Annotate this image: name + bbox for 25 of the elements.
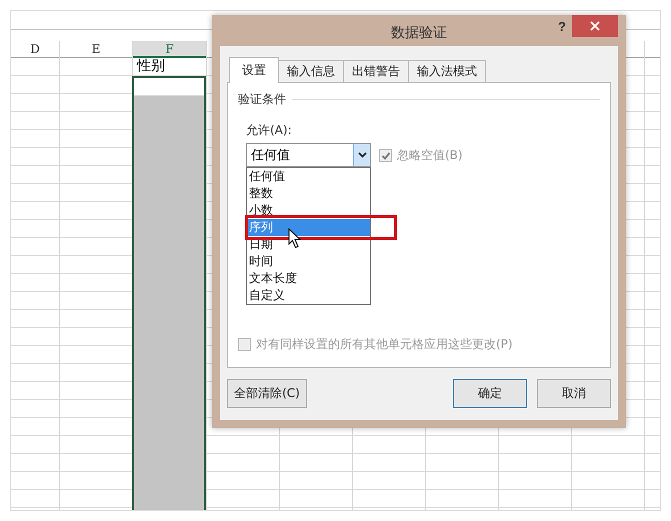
column-header[interactable]: F	[133, 41, 206, 58]
checkbox-label: 对有同样设置的所有其他单元格应用这些更改(P)	[256, 336, 513, 353]
dropdown-option[interactable]: 文本长度	[247, 270, 370, 287]
column-header[interactable]: D	[11, 41, 59, 58]
dropdown-option[interactable]: 任何值	[247, 168, 370, 185]
allow-label: 允许(A):	[246, 123, 292, 137]
dropdown-option[interactable]: 时间	[247, 253, 370, 270]
dialog-button[interactable]: 取消	[537, 379, 611, 408]
help-button[interactable]: ?	[556, 19, 568, 34]
tab[interactable]: 输入法模式	[408, 60, 486, 82]
dropdown-option[interactable]: 自定义	[247, 287, 370, 304]
column-header[interactable]: E	[60, 41, 132, 58]
table-cell: 性别	[133, 58, 206, 76]
dialog-button[interactable]: 确定	[453, 379, 527, 408]
close-button[interactable]	[572, 15, 618, 37]
window-title: 数据验证	[391, 24, 447, 42]
dialog-button[interactable]: 全部清除(C)	[227, 379, 307, 408]
section-title: 验证条件	[238, 91, 286, 108]
close-icon	[590, 21, 600, 31]
checkbox-label: 忽略空值(B)	[397, 147, 463, 164]
dropdown-option[interactable]: 小数	[247, 202, 370, 219]
dropdown-option[interactable]: 整数	[247, 185, 370, 202]
mouse-pointer-icon	[288, 228, 302, 249]
tab[interactable]: 设置	[229, 57, 279, 83]
allow-dropdown[interactable]: 任何值	[246, 143, 371, 167]
